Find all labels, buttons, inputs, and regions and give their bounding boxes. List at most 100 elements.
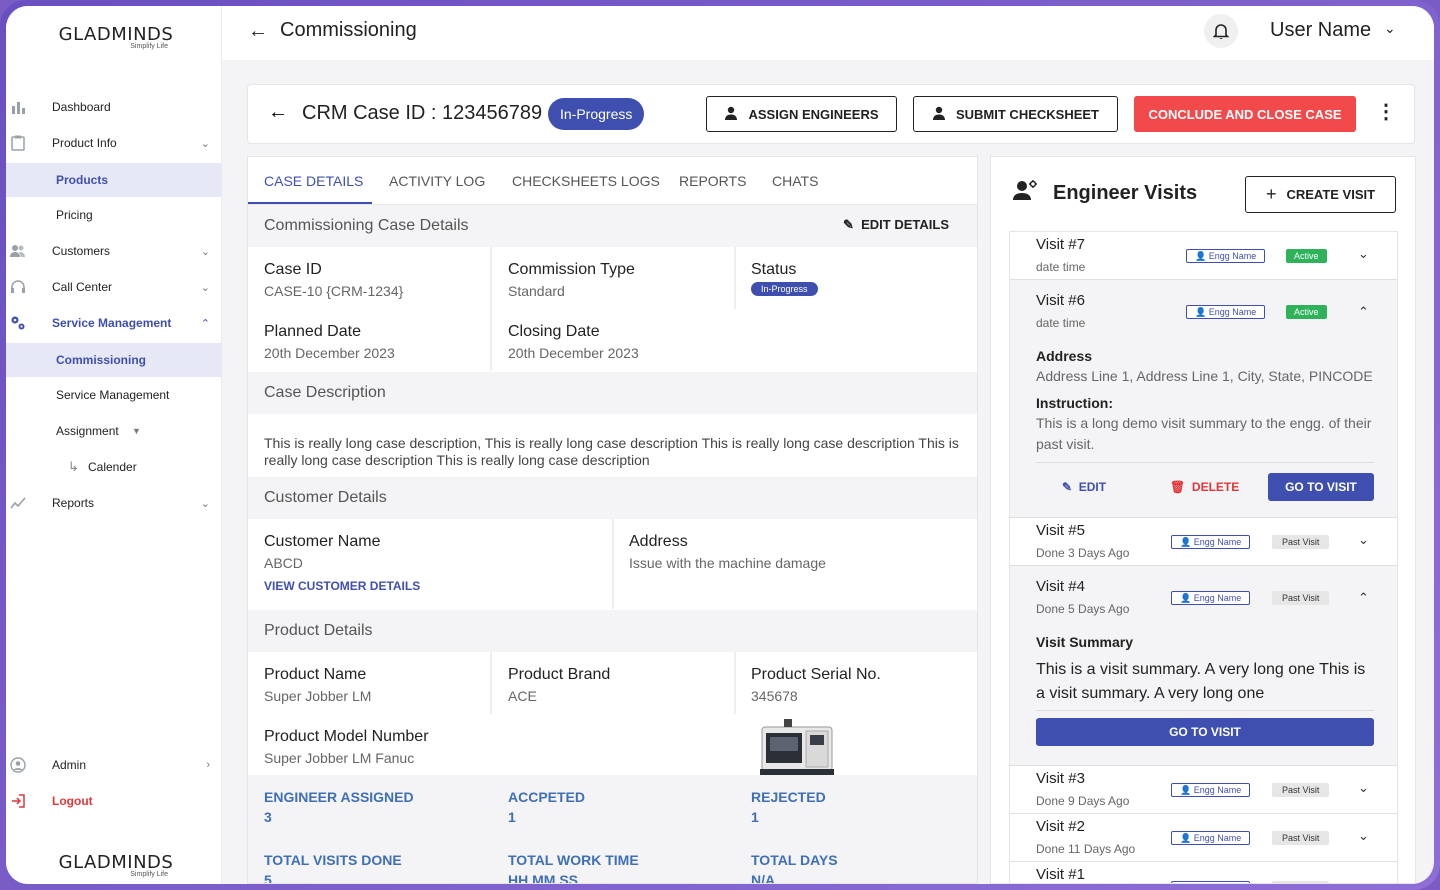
status-badge: Past Visit bbox=[1272, 591, 1330, 605]
visit-item-2[interactable]: Visit #2 Done 11 Days Ago 👤 Engg Name Pa… bbox=[1010, 814, 1397, 862]
sidebar-item-assignment[interactable]: Assignment ▼ bbox=[6, 414, 222, 448]
more-vert-icon[interactable]: ⋮ bbox=[1376, 99, 1396, 124]
section-title: Customer Details bbox=[264, 489, 387, 506]
visit-item-1[interactable]: Visit #1 👤 Engg Name Past Visit bbox=[1010, 862, 1397, 883]
field-label: Commission Type bbox=[508, 261, 635, 278]
bell-icon[interactable] bbox=[1204, 14, 1238, 48]
stat-label: TOTAL VISITS DONE bbox=[264, 852, 402, 868]
create-visit-button[interactable]: + CREATE VISIT bbox=[1245, 176, 1396, 213]
visit-title: Visit #3 bbox=[1036, 770, 1085, 787]
visit-date: Done 3 Days Ago bbox=[1036, 546, 1130, 560]
engineer-name-badge[interactable]: 👤 Engg Name bbox=[1171, 783, 1251, 797]
visit-item-3[interactable]: Visit #3 Done 9 Days Ago 👤 Engg Name Pas… bbox=[1010, 766, 1397, 814]
sidebar-item-admin[interactable]: Admin › bbox=[6, 748, 222, 782]
sidebar-item-label: Service Management bbox=[56, 388, 170, 402]
sidebar-item-label: Calender bbox=[88, 460, 137, 474]
trash-icon: 🗑 bbox=[1170, 480, 1186, 494]
assign-engineers-button[interactable]: ASSIGN ENGINEERS bbox=[706, 96, 897, 132]
visit-item-7[interactable]: Visit #7 date time 👤 Engg Name Active ⌄ bbox=[1010, 232, 1397, 280]
chevron-down-icon: ⌄ bbox=[200, 137, 210, 150]
tab-checksheets-logs[interactable]: CHECKSHEETS LOGS bbox=[512, 173, 660, 189]
visit-date: Done 9 Days Ago bbox=[1036, 794, 1130, 808]
stat-total-work-time: TOTAL WORK TIME HH MM SS bbox=[508, 852, 639, 884]
tab-activity-log[interactable]: ACTIVITY LOG bbox=[389, 173, 485, 189]
chevron-down-icon[interactable]: ⌄ bbox=[1358, 780, 1369, 796]
engineer-icon bbox=[1013, 179, 1039, 207]
sidebar-item-label: Reports bbox=[52, 496, 95, 510]
sidebar-item-pricing[interactable]: Pricing bbox=[6, 198, 222, 232]
view-customer-details-link[interactable]: VIEW CUSTOMER DETAILS bbox=[264, 579, 420, 593]
engineer-name-badge[interactable]: 👤 Engg Name bbox=[1171, 881, 1251, 883]
engineer-name-badge[interactable]: 👤 Engg Name bbox=[1171, 831, 1251, 845]
stat-value: 5 bbox=[264, 872, 272, 884]
sidebar-item-reports[interactable]: Reports ⌄ bbox=[6, 486, 222, 520]
sidebar-item-commissioning[interactable]: Commissioning bbox=[6, 343, 222, 377]
address-field: Address Issue with the machine damage bbox=[629, 533, 826, 571]
stat-total-visits: TOTAL VISITS DONE 5 bbox=[264, 852, 402, 884]
stat-value: 1 bbox=[508, 809, 516, 825]
person-icon bbox=[932, 106, 946, 123]
stat-label: REJECTED bbox=[751, 789, 826, 805]
sidebar-item-product-info[interactable]: Product Info ⌄ bbox=[6, 126, 222, 160]
brand-logo[interactable]: GLADMINDS Simplify Life bbox=[56, 24, 176, 50]
divider bbox=[734, 652, 736, 714]
sidebar-item-service-management[interactable]: Service Management ⌃ bbox=[6, 306, 222, 340]
sidebar-item-service-management-sub[interactable]: Service Management bbox=[6, 378, 222, 412]
status-badge: Active bbox=[1286, 249, 1327, 263]
sidebar-item-products[interactable]: Products bbox=[6, 163, 222, 197]
visit-item-5[interactable]: Visit #5 Done 3 Days Ago 👤 Engg Name Pas… bbox=[1010, 518, 1397, 566]
stat-value: HH MM SS bbox=[508, 872, 578, 884]
field-label: Status bbox=[751, 261, 797, 278]
sidebar-item-logout[interactable]: Logout bbox=[6, 784, 222, 818]
edit-details-button[interactable]: ✎ EDIT DETAILS bbox=[843, 217, 949, 233]
sidebar-item-calender[interactable]: ↳ Calender bbox=[6, 450, 222, 484]
sidebar-item-label: Call Center bbox=[52, 280, 113, 294]
user-menu[interactable]: User Name bbox=[1270, 19, 1371, 42]
tab-case-details[interactable]: CASE DETAILS bbox=[264, 173, 363, 189]
go-to-visit-button[interactable]: GO TO VISIT bbox=[1036, 718, 1374, 746]
section-header: Case Description bbox=[248, 372, 977, 414]
chevron-right-icon: › bbox=[206, 759, 210, 771]
divider bbox=[612, 519, 614, 609]
panel-title: Engineer Visits bbox=[1053, 182, 1198, 204]
delete-visit-button[interactable]: 🗑 DELETE bbox=[1170, 480, 1239, 494]
customer-name-field: Customer Name ABCD VIEW CUSTOMER DETAILS bbox=[264, 533, 420, 593]
field-label: Product Brand bbox=[508, 666, 611, 683]
edit-visit-button[interactable]: ✎ EDIT bbox=[1062, 480, 1106, 494]
go-to-visit-button[interactable]: GO TO VISIT bbox=[1268, 473, 1374, 501]
sidebar-item-label: Pricing bbox=[56, 208, 93, 222]
tab-chats[interactable]: CHATS bbox=[772, 173, 818, 189]
chevron-down-icon[interactable]: ⌄ bbox=[1384, 20, 1396, 37]
chevron-up-icon: ⌃ bbox=[200, 317, 210, 330]
plus-icon: + bbox=[1265, 184, 1277, 204]
stat-label: TOTAL DAYS bbox=[751, 852, 838, 868]
field-value: 345678 bbox=[751, 688, 798, 704]
chevron-down-icon[interactable]: ⌄ bbox=[1358, 246, 1369, 262]
sidebar-item-customers[interactable]: Customers ⌄ bbox=[6, 234, 222, 268]
chevron-down-icon[interactable]: ⌄ bbox=[1358, 532, 1369, 548]
visit-date: date time bbox=[1036, 316, 1086, 330]
engineer-name-badge[interactable]: 👤 Engg Name bbox=[1186, 305, 1266, 319]
engineer-name-badge[interactable]: 👤 Engg Name bbox=[1171, 591, 1251, 605]
chevron-up-icon[interactable]: ⌃ bbox=[1358, 590, 1369, 606]
section-header: Customer Details bbox=[248, 477, 977, 519]
conclude-close-case-button[interactable]: CONCLUDE AND CLOSE CASE bbox=[1134, 96, 1356, 132]
submit-checksheet-label: SUBMIT CHECKSHEET bbox=[955, 106, 1099, 122]
sidebar-item-call-center[interactable]: Call Center ⌄ bbox=[6, 270, 222, 304]
engineer-name-badge[interactable]: 👤 Engg Name bbox=[1171, 535, 1251, 549]
chevron-down-icon[interactable]: ⌄ bbox=[1358, 828, 1369, 844]
edit-details-label: EDIT DETAILS bbox=[861, 217, 949, 232]
tab-reports[interactable]: REPORTS bbox=[679, 173, 746, 189]
status-field: Status In-Progress bbox=[751, 261, 818, 297]
field-value: CASE-10 {CRM-1234} bbox=[264, 283, 404, 299]
submit-checksheet-button[interactable]: SUBMIT CHECKSHEET bbox=[913, 96, 1118, 132]
back-arrow-icon[interactable]: ← bbox=[248, 20, 268, 43]
chevron-up-icon[interactable]: ⌃ bbox=[1358, 304, 1369, 320]
back-arrow-icon[interactable]: ← bbox=[268, 101, 288, 124]
sidebar-item-dashboard[interactable]: Dashboard bbox=[6, 90, 222, 124]
engineer-name: Engg Name bbox=[1208, 251, 1257, 261]
engineer-name-badge[interactable]: 👤 Engg Name bbox=[1186, 249, 1266, 263]
sidebar-item-label: Dashboard bbox=[52, 100, 111, 114]
sidebar-item-label: Assignment bbox=[56, 424, 119, 438]
commission-type-field: Commission Type Standard bbox=[508, 261, 635, 299]
